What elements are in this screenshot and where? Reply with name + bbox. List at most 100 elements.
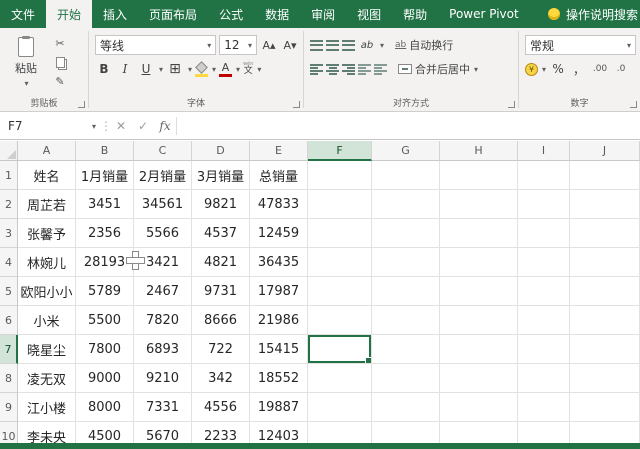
font-color-dropdown-icon[interactable]: ▾ <box>236 65 240 74</box>
align-center-button[interactable] <box>326 63 339 75</box>
row-header-9[interactable]: 9 <box>0 393 18 422</box>
cell-J5[interactable] <box>570 277 640 306</box>
decrease-font-size-button[interactable]: A▾ <box>281 35 299 55</box>
cell-J4[interactable] <box>570 248 640 277</box>
tell-me-search[interactable]: 操作说明搜索 <box>547 0 640 28</box>
cell-J6[interactable] <box>570 306 640 335</box>
fill-color-button[interactable] <box>195 60 209 77</box>
phonetic-guide-button[interactable]: wén 文 <box>243 62 253 76</box>
cell-I1[interactable] <box>518 161 570 190</box>
cell-C2[interactable]: 34561 <box>134 190 192 219</box>
cell-D5[interactable]: 9731 <box>192 277 250 306</box>
percent-style-button[interactable]: % <box>549 59 567 79</box>
cell-B6[interactable]: 5500 <box>76 306 134 335</box>
cell-E3[interactable]: 12459 <box>250 219 308 248</box>
tab-公式[interactable]: 公式 <box>208 0 254 28</box>
select-all-corner[interactable] <box>0 141 18 161</box>
cancel-button[interactable]: ✕ <box>110 113 132 139</box>
cell-H2[interactable] <box>440 190 518 219</box>
cell-H5[interactable] <box>440 277 518 306</box>
cell-D6[interactable]: 8666 <box>192 306 250 335</box>
cell-H7[interactable] <box>440 335 518 364</box>
cell-D3[interactable]: 4537 <box>192 219 250 248</box>
cell-C4[interactable]: 3421 <box>134 248 192 277</box>
cell-C8[interactable]: 9210 <box>134 364 192 393</box>
cell-I6[interactable] <box>518 306 570 335</box>
cell-I4[interactable] <box>518 248 570 277</box>
cell-H4[interactable] <box>440 248 518 277</box>
cell-D1[interactable]: 3月销量 <box>192 161 250 190</box>
tab-审阅[interactable]: 审阅 <box>300 0 346 28</box>
column-header-H[interactable]: H <box>440 141 518 161</box>
decrease-decimal-button[interactable]: .0 <box>612 59 630 79</box>
row-header-5[interactable]: 5 <box>0 277 18 306</box>
cell-B3[interactable]: 2356 <box>76 219 134 248</box>
accounting-format-button[interactable]: ¥ <box>525 62 538 76</box>
cell-G3[interactable] <box>372 219 440 248</box>
row-header-7[interactable]: 7 <box>0 335 18 364</box>
cell-G9[interactable] <box>372 393 440 422</box>
column-header-J[interactable]: J <box>570 141 640 161</box>
cell-I9[interactable] <box>518 393 570 422</box>
cell-E5[interactable]: 17987 <box>250 277 308 306</box>
cell-J2[interactable] <box>570 190 640 219</box>
cell-G1[interactable] <box>372 161 440 190</box>
underline-dropdown-icon[interactable]: ▾ <box>159 65 163 74</box>
tab-页面布局[interactable]: 页面布局 <box>138 0 208 28</box>
tab-开始[interactable]: 开始 <box>46 0 93 28</box>
column-header-E[interactable]: E <box>250 141 308 161</box>
cell-J8[interactable] <box>570 364 640 393</box>
cell-I2[interactable] <box>518 190 570 219</box>
copy-button[interactable] <box>50 54 70 71</box>
cell-B4[interactable]: 28193 <box>76 248 134 277</box>
column-header-G[interactable]: G <box>372 141 440 161</box>
enter-button[interactable]: ✓ <box>132 113 154 139</box>
cell-I8[interactable] <box>518 364 570 393</box>
tab-视图[interactable]: 视图 <box>346 0 392 28</box>
cell-B5[interactable]: 5789 <box>76 277 134 306</box>
cell-B8[interactable]: 9000 <box>76 364 134 393</box>
cell-G4[interactable] <box>372 248 440 277</box>
increase-indent-button[interactable] <box>374 63 387 75</box>
fill-color-dropdown-icon[interactable]: ▾ <box>212 65 216 74</box>
cell-H3[interactable] <box>440 219 518 248</box>
cell-E7[interactable]: 15415 <box>250 335 308 364</box>
cell-E2[interactable]: 47833 <box>250 190 308 219</box>
cell-F3[interactable] <box>308 219 372 248</box>
cell-F6[interactable] <box>308 306 372 335</box>
cell-D8[interactable]: 342 <box>192 364 250 393</box>
cell-F5[interactable] <box>308 277 372 306</box>
align-left-button[interactable] <box>310 63 323 75</box>
paste-dropdown-icon[interactable]: ▾ <box>24 79 28 88</box>
cell-C5[interactable]: 2467 <box>134 277 192 306</box>
cell-B2[interactable]: 3451 <box>76 190 134 219</box>
merge-center-button[interactable]: 合并后居中 ▾ <box>398 61 478 77</box>
clipboard-dialog-launcher[interactable] <box>78 101 85 108</box>
number-dialog-launcher[interactable] <box>630 101 637 108</box>
row-header-3[interactable]: 3 <box>0 219 18 248</box>
cell-A6[interactable]: 小米 <box>18 306 76 335</box>
cell-A9[interactable]: 江小楼 <box>18 393 76 422</box>
cut-button[interactable]: ✂ <box>50 35 70 52</box>
alignment-dialog-launcher[interactable] <box>508 101 515 108</box>
bold-button[interactable]: B <box>95 59 113 79</box>
cell-J9[interactable] <box>570 393 640 422</box>
phonetic-dropdown-icon[interactable]: ▾ <box>257 65 261 74</box>
tab-帮助[interactable]: 帮助 <box>392 0 438 28</box>
font-color-button[interactable]: A <box>219 62 233 77</box>
cell-B9[interactable]: 8000 <box>76 393 134 422</box>
cell-J3[interactable] <box>570 219 640 248</box>
column-header-F[interactable]: F <box>308 141 372 161</box>
row-header-2[interactable]: 2 <box>0 190 18 219</box>
insert-function-button[interactable]: fx <box>154 113 176 139</box>
italic-button[interactable]: I <box>116 59 134 79</box>
tab-数据[interactable]: 数据 <box>254 0 300 28</box>
column-header-D[interactable]: D <box>192 141 250 161</box>
cell-A2[interactable]: 周芷若 <box>18 190 76 219</box>
cell-G2[interactable] <box>372 190 440 219</box>
cell-F8[interactable] <box>308 364 372 393</box>
row-header-4[interactable]: 4 <box>0 248 18 277</box>
orientation-dropdown-icon[interactable]: ▾ <box>380 41 384 50</box>
row-header-6[interactable]: 6 <box>0 306 18 335</box>
cell-G6[interactable] <box>372 306 440 335</box>
